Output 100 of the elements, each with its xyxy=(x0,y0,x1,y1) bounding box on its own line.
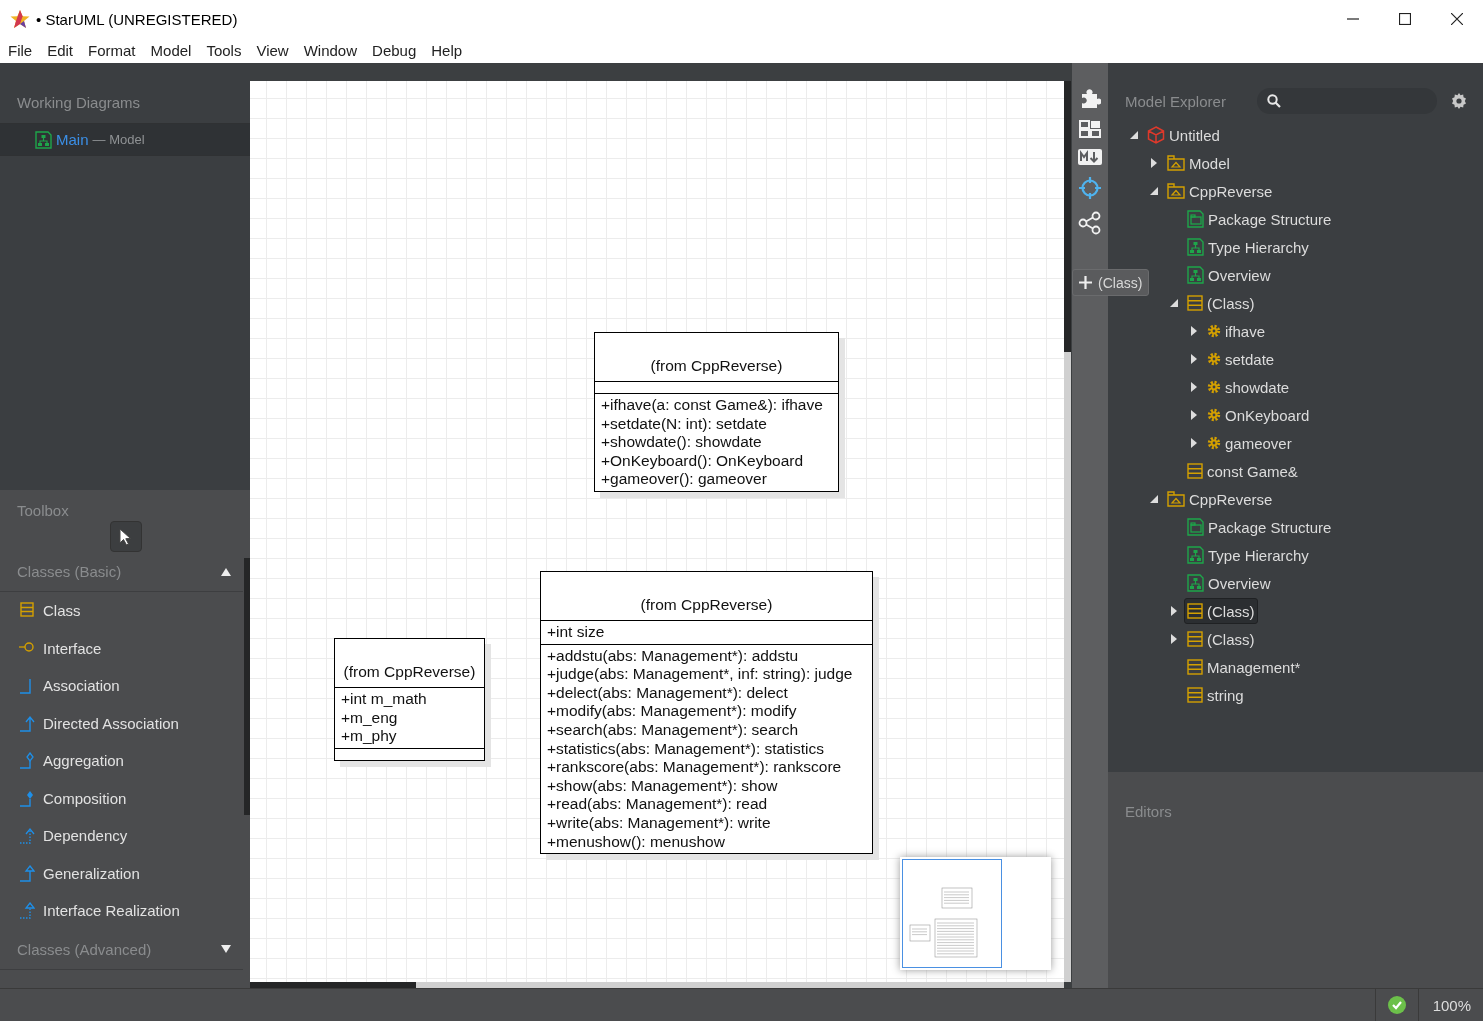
minimap-preview-drawing xyxy=(909,887,978,958)
search-field[interactable] xyxy=(1257,88,1437,114)
expanded-caret-icon[interactable] xyxy=(1170,299,1178,307)
collapsed-caret-icon[interactable] xyxy=(1191,326,1197,336)
tree-item[interactable]: CppReverse xyxy=(1164,486,1276,512)
tool-item[interactable]: Composition xyxy=(0,779,243,817)
close-icon[interactable] xyxy=(1451,13,1463,25)
zoom-level[interactable]: 100% xyxy=(1418,996,1483,1014)
menu-item[interactable]: Help xyxy=(431,42,463,59)
tool-item[interactable]: Directed Association xyxy=(0,704,243,742)
diagram-canvas[interactable] xyxy=(250,81,1064,982)
menu-item[interactable]: File xyxy=(8,42,33,59)
tool-item[interactable]: Interface xyxy=(0,629,243,667)
class-icon xyxy=(1187,659,1203,675)
expand-caret-icon[interactable] xyxy=(221,945,231,953)
expanded-caret-icon[interactable] xyxy=(1150,495,1158,503)
menu-item[interactable]: Window xyxy=(303,42,358,59)
menu-item[interactable]: View xyxy=(256,42,289,59)
tree-item[interactable]: Untitled xyxy=(1144,122,1223,148)
status-ok-icon[interactable] xyxy=(1387,996,1406,1014)
pointer-tool-button[interactable] xyxy=(110,521,142,552)
attribute-text: +m_eng xyxy=(341,708,399,728)
tree-item[interactable]: Type Hierarchy xyxy=(1184,234,1312,260)
directed-association-icon xyxy=(18,714,35,732)
tree-item[interactable]: setdate xyxy=(1204,346,1278,372)
scrollbar-track[interactable] xyxy=(250,982,1064,988)
tree-item[interactable]: string xyxy=(1184,682,1247,708)
package-diagram-icon xyxy=(1187,210,1204,228)
menu-item[interactable]: Model xyxy=(150,42,192,59)
class-icon xyxy=(1187,463,1203,479)
maximize-icon[interactable] xyxy=(1399,13,1411,25)
menu-item[interactable]: Format xyxy=(88,42,136,59)
tree-item[interactable]: (Class) xyxy=(1184,626,1258,652)
crosshair-icon[interactable] xyxy=(1078,176,1102,200)
tree-item[interactable]: Model xyxy=(1164,150,1233,176)
operation-text: +delect(abs: Management*): delect xyxy=(547,683,789,703)
panel-title: Editors xyxy=(1124,802,1173,822)
tool-item[interactable]: Generalization xyxy=(0,854,243,892)
tree-item[interactable]: const Game& xyxy=(1184,458,1301,484)
scrollbar-thumb[interactable] xyxy=(1064,81,1071,352)
collapsed-caret-icon[interactable] xyxy=(1191,354,1197,364)
operation-text: +menushow(): menushow xyxy=(547,832,726,852)
tree-item[interactable]: CppReverse xyxy=(1164,178,1276,204)
share-icon[interactable] xyxy=(1078,211,1102,235)
scrollbar-thumb[interactable] xyxy=(244,558,250,815)
minimap-viewport[interactable] xyxy=(902,859,1002,968)
tree-item[interactable]: Overview xyxy=(1184,262,1274,288)
panel-title: Toolbox xyxy=(16,501,70,519)
tree-item[interactable]: Overview xyxy=(1184,570,1274,596)
tree-item[interactable]: gameover xyxy=(1204,430,1295,456)
tree-item[interactable]: Package Structure xyxy=(1184,514,1335,540)
menu-item[interactable]: Tools xyxy=(206,42,242,59)
dependency-icon xyxy=(18,827,35,845)
scrollbar-thumb[interactable] xyxy=(250,982,416,988)
tooltip: (Class) xyxy=(1072,269,1150,296)
tree-item[interactable]: ifhave xyxy=(1204,318,1269,344)
collapse-caret-icon[interactable] xyxy=(221,567,231,576)
tool-item[interactable]: Class xyxy=(0,592,243,630)
minimap[interactable] xyxy=(900,857,1051,970)
tree-item[interactable]: Package Structure xyxy=(1184,206,1335,232)
tool-item[interactable]: Dependency xyxy=(0,817,243,855)
diagram-name: Main xyxy=(56,131,89,148)
tree-item[interactable]: showdate xyxy=(1204,374,1293,400)
class-name: (from CppReverse) xyxy=(595,333,838,382)
tree-item[interactable]: (Class) xyxy=(1184,290,1258,316)
menu-item[interactable]: Debug xyxy=(372,42,417,59)
class-diagram-icon xyxy=(35,130,52,149)
collapsed-caret-icon[interactable] xyxy=(1171,606,1177,616)
tool-item[interactable]: Aggregation xyxy=(0,742,243,780)
expanded-caret-icon[interactable] xyxy=(1150,187,1158,195)
operation-text: +ifhave(a: const Game&): ifhave xyxy=(601,396,824,415)
collapsed-caret-icon[interactable] xyxy=(1191,410,1197,420)
panel-title: Working Diagrams xyxy=(16,93,142,113)
collapsed-caret-icon[interactable] xyxy=(1151,158,1157,168)
operation-text: +OnKeyboard(): OnKeyboard xyxy=(601,451,805,471)
tree-item[interactable]: Type Hierarchy xyxy=(1184,542,1312,568)
layout-icon[interactable] xyxy=(1079,120,1101,138)
gear-icon xyxy=(1207,324,1221,338)
collapsed-caret-icon[interactable] xyxy=(1171,634,1177,644)
class-diagram-icon xyxy=(1187,238,1204,256)
menu-item[interactable]: Edit xyxy=(47,42,74,59)
puzzle-icon[interactable] xyxy=(1079,87,1101,109)
collapsed-caret-icon[interactable] xyxy=(1191,382,1197,392)
diagram-context: — Model xyxy=(92,132,145,147)
scrollbar-track[interactable] xyxy=(1064,81,1071,982)
composition-icon xyxy=(18,789,35,807)
expanded-caret-icon[interactable] xyxy=(1130,131,1138,139)
diagram-list-item[interactable]: Main — Model xyxy=(0,123,250,156)
package-icon xyxy=(1167,491,1185,507)
tree-item[interactable]: Management* xyxy=(1184,654,1304,680)
package-icon xyxy=(1167,183,1185,199)
markdown-icon[interactable] xyxy=(1078,149,1102,165)
settings-icon[interactable] xyxy=(1451,93,1467,109)
operation-text: +write(abs: Management*): write xyxy=(547,813,772,833)
tool-item[interactable]: Interface Realization xyxy=(0,892,243,930)
collapsed-caret-icon[interactable] xyxy=(1191,438,1197,448)
tree-item[interactable]: (Class) xyxy=(1184,598,1258,624)
operation-text: +setdate(N: int): setdate xyxy=(601,414,768,434)
tree-item[interactable]: OnKeyboard xyxy=(1204,402,1313,428)
tool-item[interactable]: Association xyxy=(0,667,243,705)
